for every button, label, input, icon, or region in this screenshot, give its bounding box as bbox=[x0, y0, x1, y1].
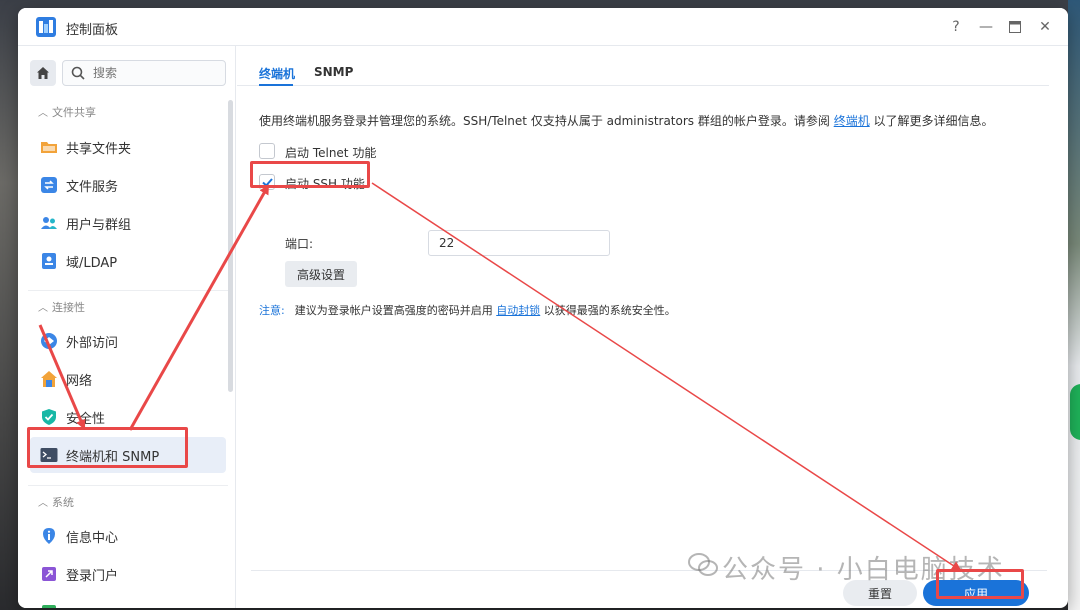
chevron-up-icon: ︿ bbox=[38, 108, 48, 119]
maximize-icon[interactable] bbox=[1004, 16, 1026, 38]
terminal-help-link[interactable]: 终端机 bbox=[834, 114, 870, 128]
sidebar-item-partial[interactable] bbox=[30, 594, 226, 608]
sidebar-item-external-access[interactable]: 外部访问 bbox=[30, 323, 226, 359]
search-box[interactable] bbox=[62, 60, 226, 86]
control-panel-app-icon bbox=[36, 17, 56, 37]
close-icon[interactable]: ✕ bbox=[1034, 16, 1056, 38]
minimize-icon[interactable]: — bbox=[975, 16, 997, 38]
sidebar-item-login-portal[interactable]: 登录门户 bbox=[30, 556, 226, 592]
advanced-settings-button[interactable]: 高级设置 bbox=[285, 261, 357, 287]
sidebar-item-users-groups[interactable]: 用户与群组 bbox=[30, 205, 226, 241]
users-icon bbox=[41, 217, 57, 229]
sidebar-item-file-services[interactable]: 文件服务 bbox=[30, 167, 226, 203]
desktop-widget bbox=[1070, 384, 1080, 440]
section-header-connectivity[interactable]: ︿ 连接性 bbox=[38, 300, 85, 316]
sidebar: ︿文件共享 共享文件夹 文件服务 用户与群组 域/LDAP ︿连接性 外部访问 … bbox=[18, 46, 236, 608]
main-content: 终端机 SNMP 使用终端机服务登录并管理您的系统。SSH/Telnet 仅支持… bbox=[237, 46, 1068, 608]
auto-block-link[interactable]: 自动封锁 bbox=[496, 304, 540, 317]
watermark-text: 公众号 · 小白电脑技术 bbox=[722, 555, 1005, 585]
search-icon bbox=[71, 66, 85, 80]
security-note: 注意: 建议为登录帐户设置高强度的密码并启用 自动封锁 以获得最强的系统安全性。 bbox=[259, 304, 676, 317]
tab-terminal[interactable]: 终端机 bbox=[259, 65, 295, 82]
home-icon bbox=[37, 67, 49, 79]
tab-bar: 终端机 SNMP bbox=[237, 46, 1049, 86]
regional-icon bbox=[42, 605, 56, 608]
telnet-checkbox-label: 启动 Telnet 功能 bbox=[285, 146, 377, 160]
sidebar-divider bbox=[28, 485, 228, 486]
checkmark-icon bbox=[262, 178, 273, 187]
desktop-background-edge bbox=[1068, 0, 1080, 610]
help-icon[interactable]: ? bbox=[945, 16, 967, 38]
sidebar-item-domain-ldap[interactable]: 域/LDAP bbox=[30, 243, 226, 279]
sidebar-divider bbox=[28, 290, 228, 291]
description-text: 使用终端机服务登录并管理您的系统。SSH/Telnet 仅支持从属于 admin… bbox=[259, 114, 994, 128]
folder-icon bbox=[41, 142, 57, 153]
sidebar-item-security[interactable]: 安全性 bbox=[30, 399, 226, 435]
active-tab-indicator bbox=[259, 84, 293, 86]
external-access-icon bbox=[41, 333, 57, 349]
title-bar: 控制面板 ? — ✕ bbox=[18, 8, 1068, 46]
sidebar-item-info-center[interactable]: 信息中心 bbox=[30, 518, 226, 554]
ssh-checkbox-label: 启动 SSH 功能 bbox=[285, 177, 365, 191]
terminal-icon bbox=[40, 448, 58, 462]
login-portal-icon bbox=[42, 567, 56, 581]
sidebar-item-terminal-snmp[interactable]: 终端机和 SNMP bbox=[30, 437, 226, 473]
port-label: 端口: bbox=[285, 237, 314, 251]
section-header-file-sharing[interactable]: ︿ 文件共享 bbox=[38, 105, 96, 121]
control-panel-window: 控制面板 ? — ✕ ︿文件共享 共享文件夹 文件服务 用户与群组 bbox=[18, 8, 1068, 608]
home-button[interactable] bbox=[30, 60, 56, 86]
search-input[interactable] bbox=[93, 64, 221, 82]
chevron-up-icon: ︿ bbox=[38, 498, 48, 509]
domain-icon bbox=[42, 253, 56, 269]
sidebar-scrollbar[interactable] bbox=[228, 100, 233, 392]
section-header-system[interactable]: ︿ 系统 bbox=[38, 495, 74, 511]
tab-snmp[interactable]: SNMP bbox=[314, 65, 353, 79]
ssh-checkbox[interactable] bbox=[259, 174, 275, 190]
window-title: 控制面板 bbox=[66, 23, 119, 38]
wechat-icon bbox=[688, 553, 718, 576]
shield-icon bbox=[42, 409, 56, 425]
network-house-icon bbox=[41, 371, 57, 387]
telnet-checkbox[interactable] bbox=[259, 143, 275, 159]
sidebar-item-shared-folder[interactable]: 共享文件夹 bbox=[30, 129, 226, 165]
port-field[interactable] bbox=[428, 230, 610, 256]
sidebar-item-network[interactable]: 网络 bbox=[30, 361, 226, 397]
chevron-up-icon: ︿ bbox=[38, 303, 48, 314]
info-icon bbox=[43, 528, 55, 544]
file-services-icon bbox=[41, 177, 57, 193]
